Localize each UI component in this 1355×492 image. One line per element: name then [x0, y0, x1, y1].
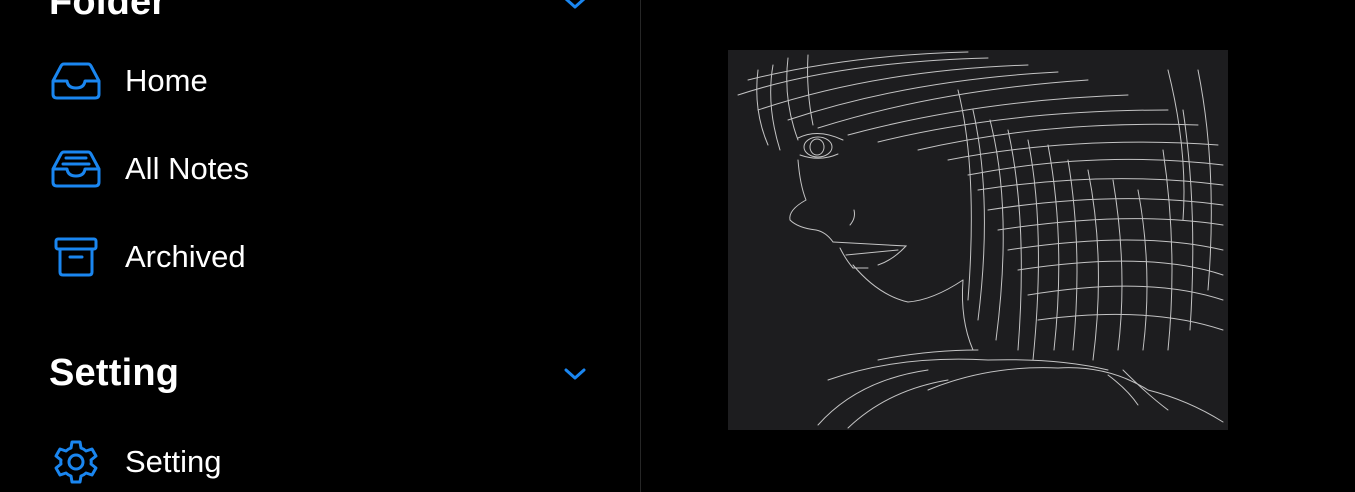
sidebar-item-label: Setting	[125, 444, 222, 479]
sidebar-item-home[interactable]: Home	[49, 51, 594, 111]
note-content-area	[641, 0, 1355, 492]
sidebar: Folder Home All Notes Archived Setting S…	[0, 0, 640, 492]
tray-icon	[49, 57, 103, 105]
folder-section-title: Folder	[49, 0, 167, 23]
chevron-down-icon[interactable]	[562, 361, 588, 387]
sidebar-item-label: Home	[125, 63, 208, 98]
setting-section-header[interactable]: Setting	[49, 352, 594, 395]
app-window: Folder Home All Notes Archived Setting S…	[0, 0, 1355, 492]
tray-full-icon	[49, 145, 103, 193]
sidebar-item-archived[interactable]: Archived	[49, 227, 594, 287]
folder-section-header[interactable]: Folder	[49, 0, 594, 24]
sidebar-item-setting[interactable]: Setting	[49, 432, 594, 492]
setting-section-title: Setting	[49, 352, 180, 394]
chevron-down-icon[interactable]	[562, 0, 588, 16]
sketch-drawing[interactable]	[728, 50, 1228, 430]
sidebar-item-label: All Notes	[125, 151, 250, 186]
gear-icon	[49, 438, 103, 486]
sidebar-item-label: Archived	[125, 239, 246, 274]
sidebar-item-all-notes[interactable]: All Notes	[49, 139, 594, 199]
pencil-sketch-image	[737, 51, 1224, 429]
archive-box-icon	[49, 233, 103, 281]
